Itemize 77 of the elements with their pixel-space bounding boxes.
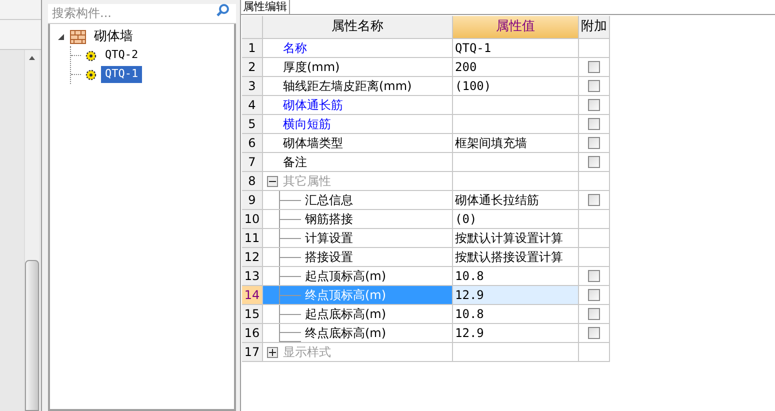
property-name: 轴线距左墙皮距离(mm) bbox=[283, 78, 412, 95]
value-cell: 200 bbox=[453, 58, 579, 77]
property-name: 显示样式 bbox=[283, 344, 331, 361]
property-name: 厚度(mm) bbox=[283, 59, 340, 76]
row-number: 12 bbox=[242, 248, 263, 267]
value-cell: 砌体通长拉结筋 bbox=[453, 191, 579, 210]
row-number: 1 bbox=[242, 39, 263, 58]
column-header[interactable]: 附加 bbox=[579, 16, 610, 39]
expand-icon[interactable] bbox=[267, 346, 278, 358]
property-name: 起点底标高(m) bbox=[305, 306, 386, 323]
tree-item[interactable]: QTQ-1 bbox=[101, 66, 142, 83]
row-number: 2 bbox=[242, 58, 263, 77]
checkbox[interactable] bbox=[588, 289, 600, 301]
property-name: 汇总信息 bbox=[305, 192, 353, 209]
property-name: 搭接设置 bbox=[305, 249, 353, 266]
value-cell: (0) bbox=[453, 210, 579, 229]
property-name: 备注 bbox=[283, 154, 307, 171]
checkbox[interactable] bbox=[588, 118, 600, 130]
row-number: 3 bbox=[242, 77, 263, 96]
row-number: 11 bbox=[242, 229, 263, 248]
row-number: 15 bbox=[242, 305, 263, 324]
row-number: 4 bbox=[242, 96, 263, 115]
gear-icon bbox=[85, 50, 97, 62]
value-cell: (100) bbox=[453, 77, 579, 96]
property-name: 其它属性 bbox=[283, 173, 331, 190]
row-number: 16 bbox=[242, 324, 263, 343]
property-name: 砌体通长筋 bbox=[283, 97, 343, 114]
checkbox[interactable] bbox=[588, 61, 600, 73]
property-name: 砌体墙类型 bbox=[283, 135, 343, 152]
gear-icon bbox=[85, 68, 97, 80]
search-field[interactable]: 搜索构件... bbox=[48, 4, 236, 24]
tree-item[interactable]: 砌体墙 bbox=[90, 26, 137, 46]
value-cell: 框架间填充墙 bbox=[453, 134, 579, 153]
property-name: 终点顶标高(m) bbox=[305, 287, 386, 304]
row-number: 13 bbox=[242, 267, 263, 286]
value-cell: 12.9 bbox=[453, 324, 579, 343]
value-cell: 12.9 bbox=[453, 286, 579, 305]
row-number: 10 bbox=[242, 210, 263, 229]
checkbox[interactable] bbox=[588, 270, 600, 282]
checkbox[interactable] bbox=[588, 327, 600, 339]
checkbox[interactable] bbox=[588, 194, 600, 206]
value-cell: 按默认计算设置计算 bbox=[453, 229, 579, 248]
brick-wall-icon bbox=[70, 30, 86, 44]
checkbox[interactable] bbox=[588, 308, 600, 320]
value-cell: QTQ-1 bbox=[453, 39, 579, 58]
column-header[interactable]: 属性名称 bbox=[263, 16, 453, 39]
property-name: 计算设置 bbox=[305, 230, 353, 247]
checkbox[interactable] bbox=[588, 99, 600, 111]
property-name: 钢筋搭接 bbox=[305, 211, 353, 228]
property-name: 横向短筋 bbox=[283, 116, 331, 133]
row-number: 5 bbox=[242, 115, 263, 134]
scrollbar-thumb[interactable] bbox=[25, 260, 39, 411]
value-cell: 10.8 bbox=[453, 305, 579, 324]
property-name: 名称 bbox=[283, 40, 307, 57]
expand-triangle-icon[interactable] bbox=[58, 34, 66, 40]
extra-cell bbox=[579, 229, 610, 248]
checkbox[interactable] bbox=[588, 156, 600, 168]
row-number: 14 bbox=[242, 286, 263, 305]
value-cell: 按默认搭接设置计算 bbox=[453, 248, 579, 267]
value-cell: 10.8 bbox=[453, 267, 579, 286]
row-number: 7 bbox=[242, 153, 263, 172]
checkbox[interactable] bbox=[588, 80, 600, 92]
column-header[interactable]: 属性值 bbox=[453, 16, 579, 39]
scroll-up-icon[interactable] bbox=[29, 56, 35, 60]
tab[interactable]: 属性编辑 bbox=[241, 0, 290, 14]
tree-item[interactable]: QTQ-2 bbox=[101, 47, 142, 64]
scrollbar[interactable] bbox=[24, 50, 39, 411]
collapse-icon[interactable] bbox=[267, 176, 278, 186]
property-name: 起点顶标高(m) bbox=[305, 268, 386, 285]
row-number: 9 bbox=[242, 191, 263, 210]
header-cell bbox=[242, 16, 263, 39]
property-name: 终点底标高(m) bbox=[305, 325, 386, 342]
checkbox[interactable] bbox=[588, 137, 600, 149]
row-number: 8 bbox=[242, 172, 263, 191]
row-number: 17 bbox=[242, 343, 263, 362]
row-number: 6 bbox=[242, 134, 263, 153]
search-icon[interactable] bbox=[216, 3, 230, 17]
